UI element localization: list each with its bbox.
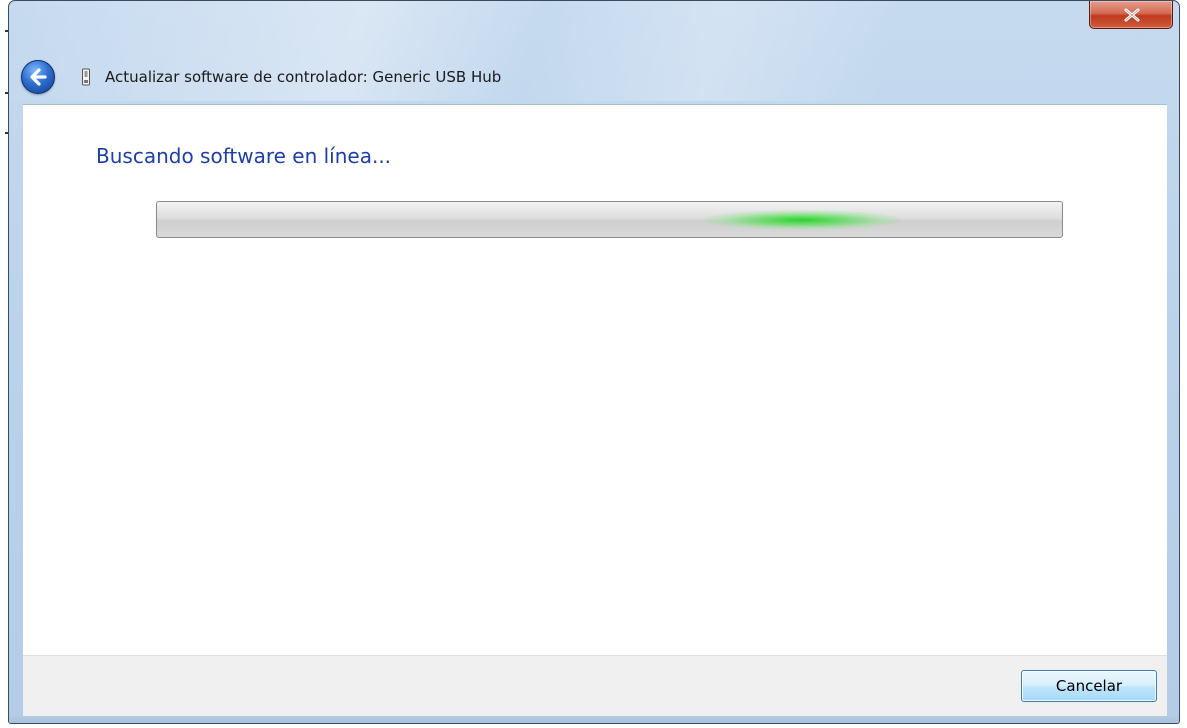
cancel-button[interactable]: Cancelar [1021, 670, 1157, 702]
back-button[interactable] [21, 60, 55, 94]
status-heading: Buscando software en línea... [96, 144, 392, 168]
driver-update-dialog: Actualizar software de controlador: Gene… [8, 0, 1180, 724]
window-frame-bottom [9, 716, 1179, 723]
screen: Actualizar software de controlador: Gene… [0, 0, 1187, 728]
back-arrow-icon [30, 68, 47, 86]
dialog-header: Actualizar software de controlador: Gene… [21, 59, 501, 95]
close-button[interactable] [1089, 1, 1173, 29]
usb-device-icon [81, 68, 91, 86]
window-title: Actualizar software de controlador: Gene… [105, 68, 502, 86]
content-area: Buscando software en línea... [23, 104, 1167, 655]
dialog-footer: Cancelar [23, 655, 1167, 718]
close-x-icon [1124, 8, 1140, 22]
progress-bar [156, 201, 1063, 238]
progress-marquee-glow [702, 210, 902, 230]
